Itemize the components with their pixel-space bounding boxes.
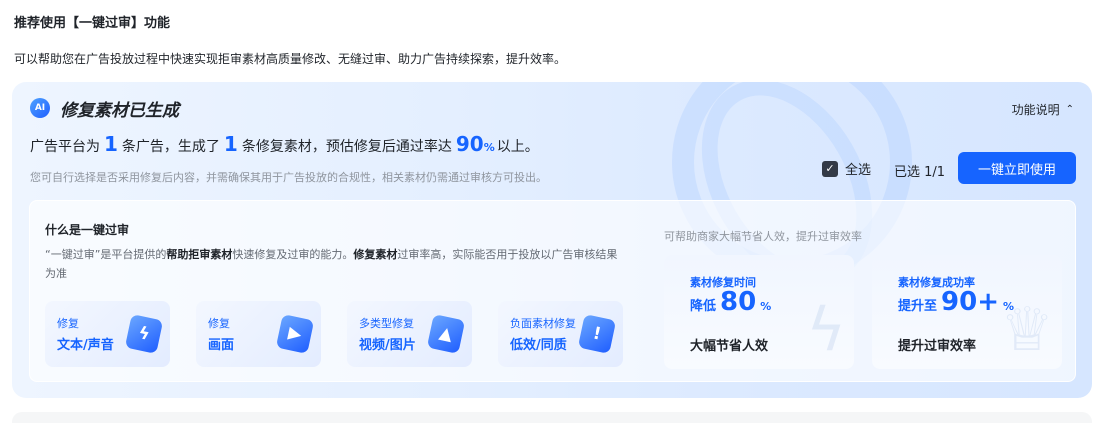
stat-row: 提升至 90+ %: [898, 287, 1014, 317]
intro-panel: 什么是一键过审 “一键过审”是平台提供的帮助拒审素材快速修复及过审的能力。修复素…: [29, 200, 1076, 382]
feature-info-label: 功能说明: [1011, 103, 1060, 117]
ai-icon: AI: [30, 98, 50, 118]
pass-rate-unit: %: [483, 141, 495, 154]
stat-row: 降低 80 %: [690, 287, 771, 317]
summary-part-4: 以上。: [496, 139, 539, 155]
tile-value: 视频/图片: [359, 338, 416, 353]
stat-unit: %: [1002, 300, 1015, 313]
tile-value: 画面: [208, 338, 235, 353]
intro-desc-mid-1: 快速修复及过审的能力。: [232, 248, 354, 261]
benefit-hint: 可帮助商家大幅节省人效，提升过审效率: [664, 230, 862, 243]
stat-footer: 大幅节省人效: [690, 339, 769, 354]
stat-prefix: 降低: [690, 299, 717, 314]
tile-value: 文本/声音: [57, 338, 114, 353]
intro-description: “一键过审”是平台提供的帮助拒审素材快速修复及过审的能力。修复素材过审率高，实际…: [45, 245, 625, 283]
card-title: 修复素材已生成: [60, 101, 179, 121]
summary-part-1: 广告平台为: [30, 139, 100, 155]
select-all-checkbox[interactable]: ✓ 全选: [822, 159, 871, 178]
intro-desc-bold-1: 帮助拒审素材: [166, 248, 233, 261]
page-title: 推荐使用【一键过审】功能: [14, 16, 171, 31]
intro-desc-lead: “一键过审”是平台提供的: [45, 248, 167, 261]
stat-prefix: 提升至: [898, 299, 938, 314]
stat-value: 90+: [941, 287, 999, 317]
feature-tile: 修复 画面 ▶: [196, 301, 321, 367]
feature-tile: 多类型修复 视频/图片 ▲: [347, 301, 472, 367]
select-all-label: 全选: [845, 163, 872, 178]
material-count: 1: [223, 132, 238, 156]
stat-footer: 提升过审效率: [898, 339, 977, 354]
apply-all-button[interactable]: 一键立即使用: [958, 152, 1076, 184]
checkmark-icon[interactable]: ✓: [822, 160, 838, 177]
ads-count: 1: [104, 132, 118, 156]
selected-count: 已选 1/1: [894, 165, 946, 180]
tile-label: 修复: [208, 317, 230, 330]
feature-tile: 负面素材修复 低效/同质 !: [498, 301, 623, 367]
lightning-bg-icon: ϟ: [806, 295, 846, 365]
feature-info-toggle[interactable]: 功能说明 ⌃: [1012, 101, 1074, 118]
next-section-edge: [12, 412, 1092, 423]
intro-title: 什么是一键过审: [45, 223, 130, 237]
stat-value: 80: [720, 287, 757, 317]
alert-icon: !: [577, 314, 617, 354]
stat-card: ϟ 素材修复时间 降低 80 % 大幅节省人效: [664, 255, 854, 369]
play-icon: ▶: [275, 314, 315, 354]
tile-label: 修复: [57, 317, 79, 330]
summary-part-3: 条修复素材，预估修复后通过率达: [241, 139, 452, 155]
tile-label: 多类型修复: [359, 317, 414, 330]
compliance-note: 您可自行选择是否采用修复后内容，并需确保其用于广告投放的合规性，相关素材仍需通过…: [30, 171, 547, 184]
tile-label: 负面素材修复: [510, 317, 576, 330]
page-description: 可以帮助您在广告投放过程中快速实现拒审素材高质量修改、无缝过审、助力广告持续探索…: [14, 52, 567, 66]
summary-text: 广告平台为 1 条广告，生成了 1 条修复素材，预估修复后通过率达 90 % 以…: [30, 132, 539, 156]
lightning-icon: ϟ: [124, 314, 164, 354]
feature-tile: 修复 文本/声音 ϟ: [45, 301, 170, 367]
stat-card: ♕ 素材修复成功率 提升至 90+ % 提升过审效率: [872, 255, 1062, 369]
stat-unit: %: [760, 300, 772, 313]
image-icon: ▲: [426, 314, 466, 354]
tile-value: 低效/同质: [510, 338, 567, 353]
intro-desc-bold-2: 修复素材: [353, 248, 398, 261]
feature-tiles: 修复 文本/声音 ϟ 修复 画面 ▶ 多类型修复 视频/图片 ▲ 负面素材修复 …: [45, 301, 623, 367]
summary-part-2: 条广告，生成了: [121, 139, 220, 155]
repair-result-card: AI 修复素材已生成 功能说明 ⌃ 广告平台为 1 条广告，生成了 1 条修复素…: [12, 82, 1092, 398]
pass-rate: 90: [455, 132, 484, 156]
chevron-up-icon: ⌃: [1065, 104, 1074, 115]
